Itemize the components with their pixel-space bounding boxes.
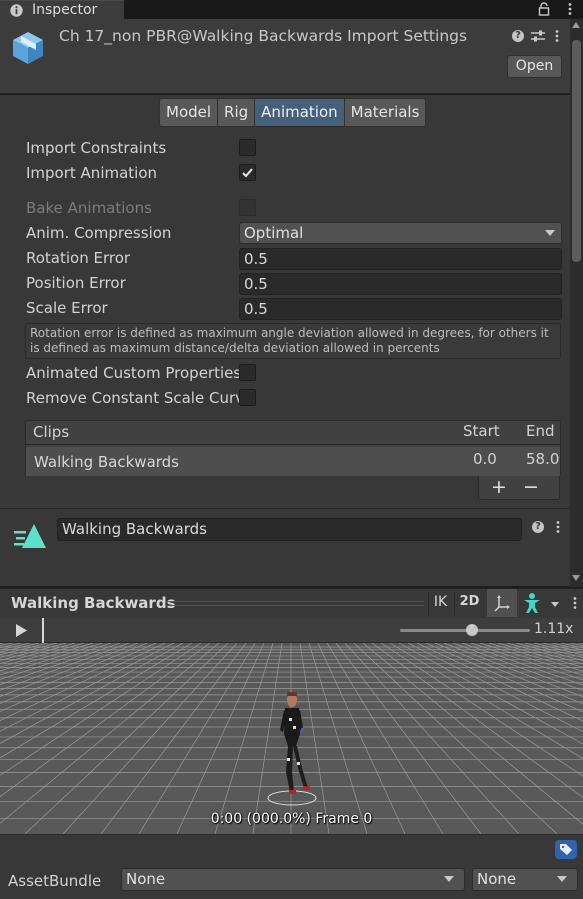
pivot-icon [494, 595, 510, 612]
clip-row-end: 58.0 [526, 450, 560, 468]
asset-bundle-variant-dropdown[interactable]: None [472, 868, 578, 891]
help-icon[interactable]: ? [512, 30, 524, 42]
chevron-down-icon [545, 230, 555, 236]
kebab-menu-icon[interactable] [572, 596, 578, 610]
scroll-up-icon[interactable] [572, 22, 580, 28]
anim-compression-label: Anim. Compression [26, 224, 172, 242]
scale-error-label: Scale Error [26, 299, 108, 317]
inspector-tab[interactable]: Inspector [0, 0, 124, 19]
label-tag-icon[interactable] [555, 840, 577, 859]
import-tabs: Model Rig Animation Materials [159, 98, 427, 127]
2d-toggle[interactable]: 2D [454, 591, 484, 615]
remove-clip-button[interactable]: − [523, 476, 539, 498]
anim-compression-value: Optimal [244, 224, 304, 242]
clips-header-start: Start [463, 422, 500, 440]
clip-row-start: 0.0 [473, 450, 497, 468]
preset-icon[interactable] [530, 29, 546, 43]
chevron-down-icon [557, 876, 567, 882]
kebab-menu-icon[interactable] [567, 2, 573, 16]
asset-bundle-name-value: None [126, 870, 166, 888]
tab-rig[interactable]: Rig [217, 98, 255, 127]
kebab-menu-icon[interactable] [555, 520, 561, 534]
speed-slider-knob[interactable] [465, 624, 478, 636]
clips-header: Clips Start End [25, 420, 561, 445]
tab-model[interactable]: Model [159, 98, 218, 127]
scrollbar-thumb[interactable] [572, 40, 581, 262]
lock-icon[interactable] [537, 2, 551, 16]
tab-materials[interactable]: Materials [343, 98, 427, 127]
pivot-toggle[interactable] [487, 589, 517, 617]
add-clip-button[interactable]: + [491, 476, 507, 498]
frame-readout: 0:00 (000.0%) Frame 0 [210, 811, 373, 827]
speed-value: 1.11x [534, 621, 574, 637]
clip-name-field[interactable]: Walking Backwards [57, 518, 522, 541]
import-animation-checkbox[interactable] [239, 164, 256, 181]
preview-drag-handle[interactable] [166, 601, 424, 606]
character-model [267, 692, 317, 806]
help-icon[interactable]: ? [532, 521, 544, 533]
chevron-down-icon [444, 876, 454, 882]
preview-title: Walking Backwards [11, 594, 176, 612]
checkmark-icon [242, 168, 253, 178]
asset-bundle-label: AssetBundle [8, 872, 102, 890]
kebab-menu-icon[interactable] [554, 29, 560, 43]
ik-toggle[interactable]: IK [428, 591, 452, 615]
rotation-error-label: Rotation Error [26, 249, 131, 267]
tab-label: Inspector [32, 2, 98, 18]
timeline-cursor[interactable] [42, 618, 44, 643]
clip-row-name: Walking Backwards [34, 453, 179, 471]
clip-row[interactable]: Walking Backwards 0.0 58.0 [26, 447, 560, 476]
animated-custom-properties-checkbox[interactable] [239, 364, 256, 381]
import-constraints-label: Import Constraints [26, 139, 167, 157]
asset-title: Ch 17_non PBR@Walking Backwards Import S… [59, 27, 468, 45]
remove-constant-scale-label: Remove Constant Scale Curv [26, 389, 244, 407]
bake-animations-checkbox [239, 199, 256, 216]
anim-compression-dropdown[interactable]: Optimal [239, 222, 562, 244]
tab-animation[interactable]: Animation [254, 98, 344, 127]
asset-bundle-variant-value: None [477, 870, 517, 888]
chevron-down-icon[interactable] [551, 602, 559, 607]
import-animation-label: Import Animation [26, 164, 158, 182]
clips-header-name: Clips [33, 423, 70, 441]
open-button[interactable]: Open [507, 55, 562, 78]
position-error-label: Position Error [26, 274, 126, 292]
import-constraints-checkbox[interactable] [239, 139, 256, 156]
clips-header-end: End [526, 422, 555, 440]
rotation-error-field[interactable]: 0.5 [239, 248, 562, 270]
info-icon [10, 4, 23, 17]
bake-animations-label: Bake Animations [26, 199, 152, 217]
tag-icon [560, 844, 572, 855]
error-help-box: Rotation error is defined as maximum ang… [25, 323, 561, 359]
scroll-down-icon[interactable] [572, 575, 580, 581]
scale-error-field[interactable]: 0.5 [239, 298, 562, 320]
animation-clip-icon [14, 524, 46, 548]
avatar-body-icon[interactable] [522, 592, 546, 614]
model-asset-icon [13, 32, 43, 64]
asset-bundle-name-dropdown[interactable]: None [121, 868, 465, 891]
animated-custom-properties-label: Animated Custom Properties [26, 364, 242, 382]
remove-constant-scale-checkbox[interactable] [239, 389, 256, 406]
position-error-field[interactable]: 0.5 [239, 273, 562, 295]
clips-footer: + − [478, 476, 560, 500]
play-icon[interactable] [15, 624, 27, 637]
